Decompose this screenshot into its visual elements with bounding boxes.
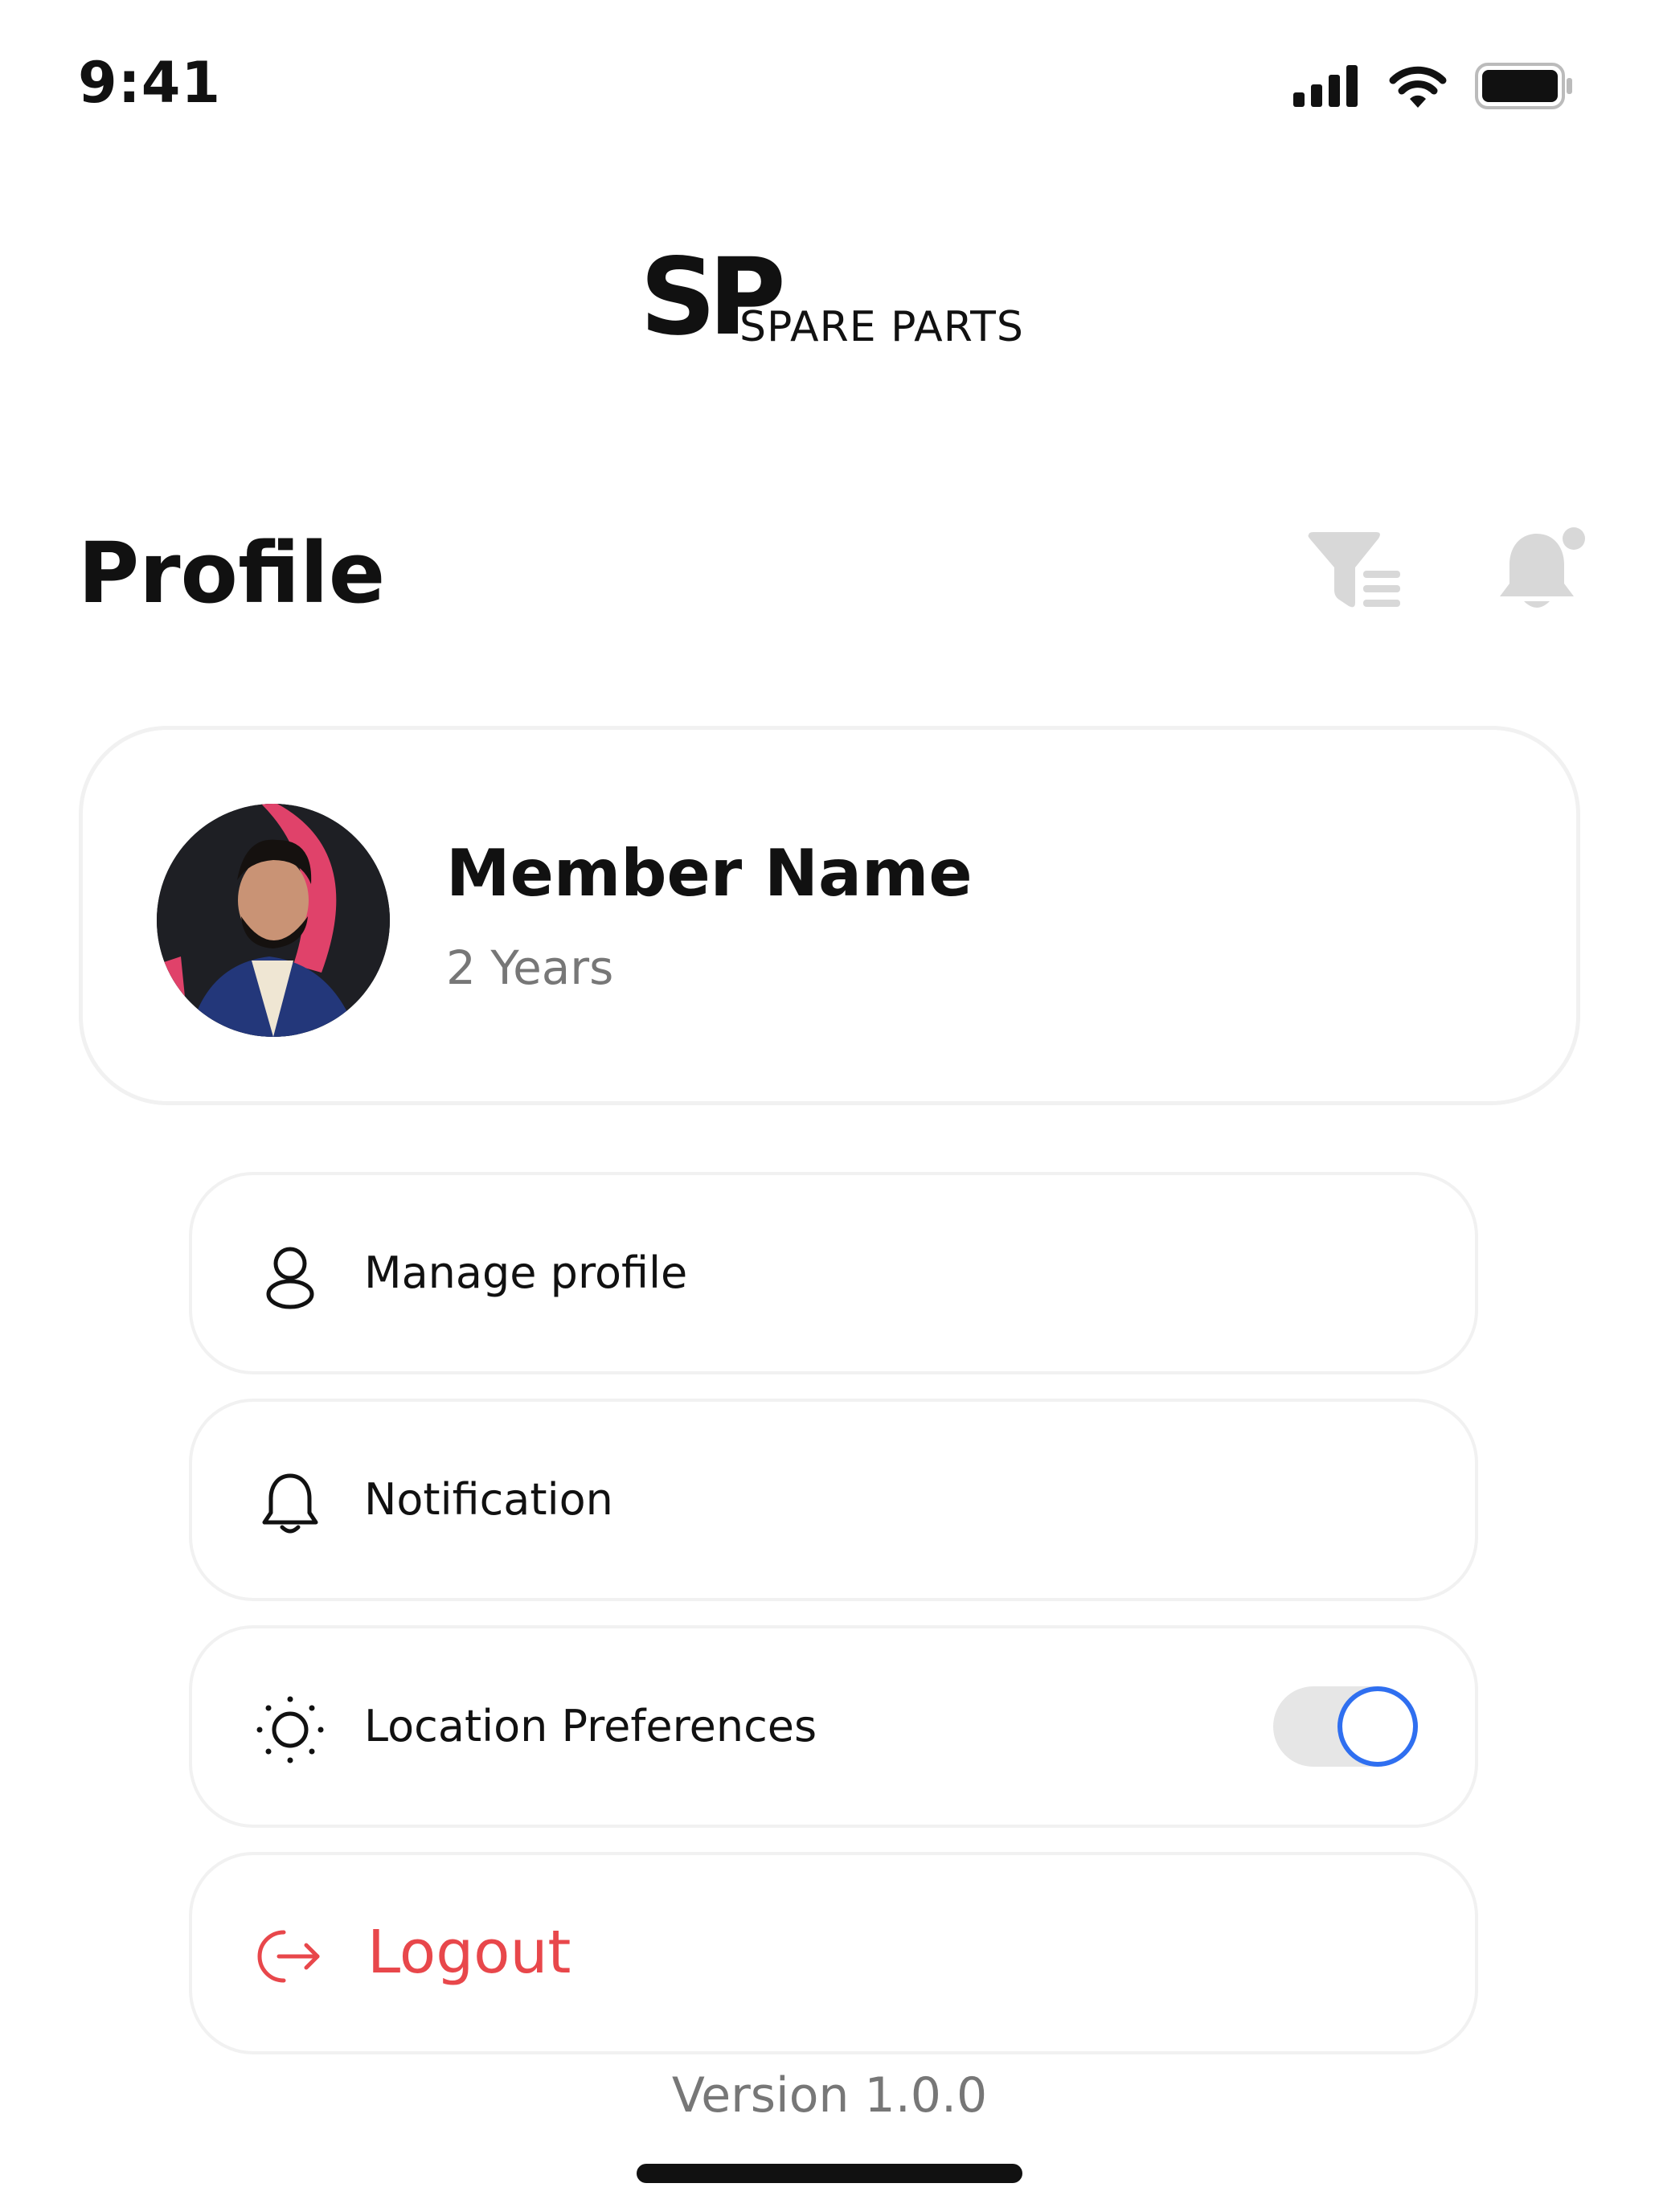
status-icons [1293,63,1575,109]
cellular-signal-icon [1293,65,1358,107]
home-indicator[interactable] [637,2164,1022,2183]
notification-bell-icon[interactable] [1495,522,1593,621]
page-title: Profile [78,524,386,622]
toggle-knob [1337,1686,1418,1767]
profile-screen: 9:41 SP SPARE PARTS Profile Member Name … [0,0,1659,2212]
app-version: Version 1.0.0 [671,2067,988,2124]
avatar [157,804,390,1037]
avatar-photo [157,804,390,1037]
filter-icon[interactable] [1307,532,1403,612]
battery-icon [1475,63,1572,109]
app-logo: SP SPARE PARTS [640,236,1034,359]
menu-item-manage-profile[interactable]: Manage profile [189,1172,1478,1374]
status-time: 9:41 [78,50,222,116]
menu-item-location-preferences[interactable]: Location Preferences [189,1625,1478,1828]
menu-item-notification[interactable]: Notification [189,1399,1478,1601]
bell-icon [262,1473,318,1534]
profile-card[interactable]: Member Name 2 Years [79,726,1580,1105]
wifi-icon [1389,66,1447,108]
menu-label-location-preferences: Location Preferences [364,1701,817,1751]
logout-button[interactable]: Logout [189,1852,1478,2054]
member-name: Member Name [446,836,973,911]
logout-label: Logout [367,1918,571,1987]
menu-label-manage-profile: Manage profile [364,1247,688,1298]
logout-icon [257,1930,320,1983]
member-tenure: 2 Years [446,940,614,995]
user-icon [266,1247,314,1309]
menu-label-notification: Notification [364,1474,613,1525]
location-preferences-toggle[interactable] [1273,1686,1418,1767]
sun-icon [256,1696,324,1763]
logo-text: SPARE PARTS [739,303,1024,351]
